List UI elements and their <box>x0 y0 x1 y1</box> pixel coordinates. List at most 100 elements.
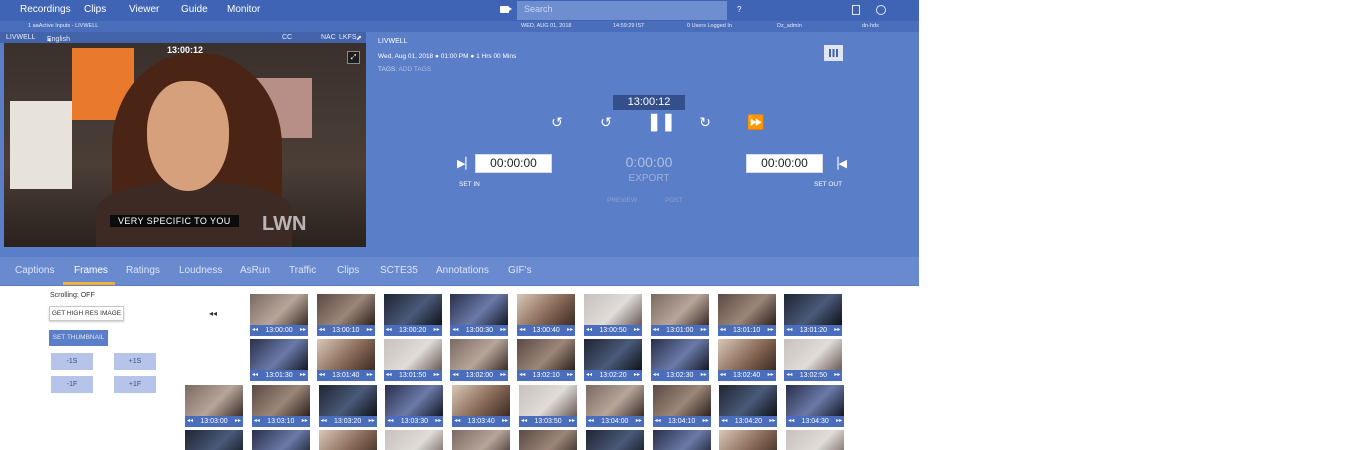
frame-thumbnail[interactable]: ◂◂ 13:00:40 ▸▸ <box>517 294 576 336</box>
plus-1s-button[interactable]: +1S <box>114 353 156 370</box>
frame-next-icon[interactable]: ▸▸ <box>768 370 774 381</box>
minus-1s-button[interactable]: -1S <box>51 353 93 370</box>
frame-next-icon[interactable]: ▸▸ <box>367 325 373 336</box>
frame-next-icon[interactable]: ▸▸ <box>369 416 375 427</box>
plus-1f-button[interactable]: +1F <box>114 376 156 393</box>
frame-thumbnail[interactable]: ◂◂ 13:01:00 ▸▸ <box>650 294 709 336</box>
frame-prev-icon[interactable]: ◂◂ <box>588 416 594 427</box>
frame-prev-icon[interactable]: ◂◂ <box>786 370 792 381</box>
set-out-icon[interactable]: ▕◀ <box>830 157 847 170</box>
frame-prev-icon[interactable]: ◂◂ <box>655 416 661 427</box>
add-tags-link[interactable]: ADD TAGS <box>398 66 431 73</box>
frame-next-icon[interactable]: ▸▸ <box>500 370 506 381</box>
frame-thumbnail[interactable]: ◂◂ 13:02:40 ▸▸ <box>717 339 776 381</box>
frame-prev-icon[interactable]: ◂◂ <box>252 370 258 381</box>
nav-recordings[interactable]: Recordings <box>20 4 71 15</box>
frame-prev-icon[interactable]: ◂◂ <box>653 325 659 336</box>
frame-next-icon[interactable]: ▸▸ <box>567 325 573 336</box>
layout-grid-button[interactable] <box>824 45 843 61</box>
frame-next-icon[interactable]: ▸▸ <box>569 416 575 427</box>
cc-toggle[interactable]: CC <box>282 34 292 41</box>
frame-prev-icon[interactable]: ◂◂ <box>452 370 458 381</box>
frame-thumbnail[interactable]: ◂◂ 13:01:20 ▸▸ <box>784 294 843 336</box>
clock-icon[interactable] <box>876 5 886 15</box>
frame-prev-icon[interactable]: ◂◂ <box>387 416 393 427</box>
tab-clips[interactable]: Clips <box>337 265 359 276</box>
help-icon[interactable]: ? <box>737 5 741 14</box>
frame-prev-icon[interactable]: ◂◂ <box>321 416 327 427</box>
pause-icon[interactable]: ❚❚ <box>647 113 676 130</box>
frame-thumbnail[interactable]: ◂◂ 13:02:00 ▸▸ <box>450 339 509 381</box>
frame-thumbnail[interactable]: ◂◂ 13:02:50 ▸▸ <box>784 339 843 381</box>
frame-prev-icon[interactable]: ◂◂ <box>586 370 592 381</box>
frame-thumbnail[interactable]: ◂◂ 13:03:30 ▸▸ <box>385 385 444 427</box>
frame-thumbnail[interactable] <box>652 430 711 450</box>
frame-thumbnail[interactable] <box>385 430 444 450</box>
frame-next-icon[interactable]: ▸▸ <box>235 416 241 427</box>
tab-gifs[interactable]: GIF's <box>508 265 532 276</box>
fast-forward-icon[interactable]: ⏩ <box>747 114 764 130</box>
frame-thumbnail[interactable] <box>519 430 577 450</box>
forward-5-icon[interactable]: ↻ <box>697 114 713 130</box>
frame-thumbnail[interactable]: ◂◂ 13:03:00 ▸▸ <box>185 385 243 427</box>
search-input[interactable]: Search <box>517 1 727 20</box>
frame-thumbnail[interactable]: ◂◂ 13:00:30 ▸▸ <box>450 294 509 336</box>
frame-next-icon[interactable]: ▸▸ <box>701 370 707 381</box>
frame-thumbnail[interactable] <box>185 430 243 450</box>
frame-next-icon[interactable]: ▸▸ <box>367 370 373 381</box>
fullscreen-icon[interactable]: ⤢ <box>347 51 360 64</box>
frame-thumbnail[interactable] <box>251 430 310 450</box>
set-in-time-field[interactable]: 00:00:00 <box>475 154 552 173</box>
frame-next-icon[interactable]: ▸▸ <box>300 370 306 381</box>
frame-thumbnail[interactable]: ◂◂ 13:03:50 ▸▸ <box>519 385 577 427</box>
preview-button[interactable]: PREVIEW <box>607 197 637 204</box>
frame-thumbnail[interactable] <box>318 430 377 450</box>
post-button[interactable]: POST <box>665 197 683 204</box>
tab-captions[interactable]: Captions <box>15 265 54 276</box>
frame-thumbnail[interactable]: ◂◂ 13:04:00 ▸▸ <box>585 385 644 427</box>
frame-prev-icon[interactable]: ◂◂ <box>386 325 392 336</box>
frame-thumbnail[interactable]: ◂◂ 13:01:40 ▸▸ <box>316 339 375 381</box>
frame-prev-icon[interactable]: ◂◂ <box>386 370 392 381</box>
frame-next-icon[interactable]: ▸▸ <box>502 416 508 427</box>
frame-next-icon[interactable]: ▸▸ <box>769 416 775 427</box>
frame-thumbnail[interactable]: ◂◂ 13:02:20 ▸▸ <box>584 339 642 381</box>
set-thumbnail-button[interactable]: SET THUMBNAIL <box>49 330 108 346</box>
export-button[interactable]: EXPORT <box>613 173 685 184</box>
frame-next-icon[interactable]: ▸▸ <box>634 325 640 336</box>
video-player[interactable]: VERY SPECIFIC TO YOU LWN 13:00:12 ⤢ <box>4 43 366 247</box>
frame-next-icon[interactable]: ▸▸ <box>500 325 506 336</box>
tab-traffic[interactable]: Traffic <box>289 265 316 276</box>
frame-prev-icon[interactable]: ◂◂ <box>519 370 525 381</box>
frame-next-icon[interactable]: ▸▸ <box>836 416 842 427</box>
collapse-panel-icon[interactable]: ◂◂ <box>209 309 217 318</box>
frame-prev-icon[interactable]: ◂◂ <box>319 370 325 381</box>
document-icon[interactable] <box>852 5 860 15</box>
frame-thumbnail[interactable]: ◂◂ 13:01:10 ▸▸ <box>717 294 776 336</box>
frame-prev-icon[interactable]: ◂◂ <box>721 416 727 427</box>
frame-thumbnail[interactable]: ◂◂ 13:00:20 ▸▸ <box>383 294 442 336</box>
frame-prev-icon[interactable]: ◂◂ <box>788 416 794 427</box>
nav-viewer[interactable]: Viewer <box>129 4 159 15</box>
frame-thumbnail[interactable] <box>719 430 778 450</box>
nav-guide[interactable]: Guide <box>181 4 208 15</box>
frame-thumbnail[interactable]: ◂◂ 13:02:30 ▸▸ <box>650 339 709 381</box>
frame-thumbnail[interactable]: ◂◂ 13:03:40 ▸▸ <box>452 385 511 427</box>
frame-next-icon[interactable]: ▸▸ <box>703 416 709 427</box>
chart-icon[interactable]: ⬈ <box>356 34 362 42</box>
frame-next-icon[interactable]: ▸▸ <box>636 416 642 427</box>
rewind-15-icon[interactable]: ↺ <box>549 114 565 130</box>
tab-asrun[interactable]: AsRun <box>240 265 270 276</box>
tab-frames[interactable]: Frames <box>74 265 108 276</box>
frame-next-icon[interactable]: ▸▸ <box>434 325 440 336</box>
frame-thumbnail[interactable]: ◂◂ 13:04:20 ▸▸ <box>719 385 778 427</box>
frame-thumbnail[interactable]: ◂◂ 13:03:10 ▸▸ <box>251 385 310 427</box>
tab-ratings[interactable]: Ratings <box>126 265 160 276</box>
minus-1f-button[interactable]: -1F <box>51 376 93 393</box>
frame-prev-icon[interactable]: ◂◂ <box>653 370 659 381</box>
frame-next-icon[interactable]: ▸▸ <box>701 325 707 336</box>
frame-thumbnail[interactable]: ◂◂ 13:00:50 ▸▸ <box>584 294 642 336</box>
frame-next-icon[interactable]: ▸▸ <box>302 416 308 427</box>
tab-annotations[interactable]: Annotations <box>436 265 489 276</box>
frame-thumbnail[interactable]: ◂◂ 13:04:10 ▸▸ <box>652 385 711 427</box>
